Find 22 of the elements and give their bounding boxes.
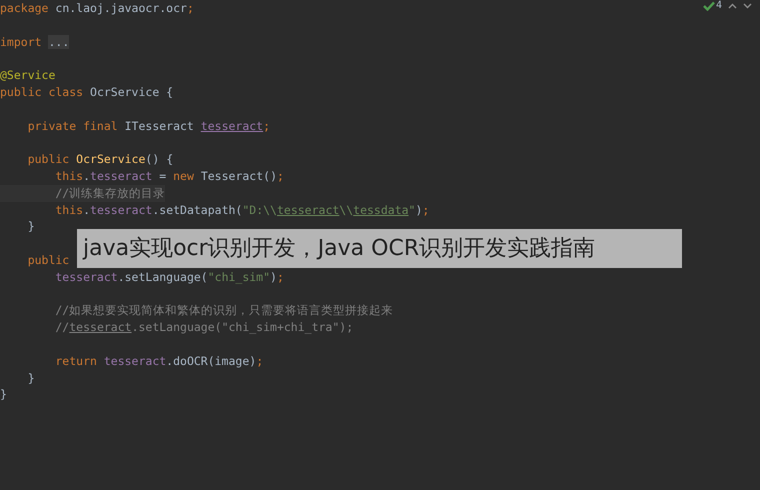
code-line: public xyxy=(26,252,70,269)
code-line: } xyxy=(26,370,35,386)
caption-banner: java实现ocr识别开发，Java OCR识别开发实践指南 xyxy=(77,229,682,268)
code-line: this.tesseract = new Tesseract(); xyxy=(54,168,284,185)
code-line: } xyxy=(0,386,7,404)
code-line: public OcrService() { xyxy=(26,151,174,168)
chevron-up-icon[interactable] xyxy=(728,2,737,8)
chevron-down-icon[interactable] xyxy=(743,2,752,8)
code-line: } xyxy=(26,218,35,236)
code-line: this.tesseract.setDatapath("D:\\tesseract\\tessdata"); xyxy=(54,202,430,218)
code-line: tesseract.setLanguage("chi_sim"); xyxy=(54,268,284,286)
code-line: import ... xyxy=(0,34,70,50)
code-editor[interactable] xyxy=(0,0,760,490)
code-line: return tesseract.doOCR(image); xyxy=(54,352,264,370)
check-icon[interactable] xyxy=(702,0,715,10)
code-line: //tesseract.setLanguage("chi_sim+chi_tra"); xyxy=(54,319,354,336)
inspection-count: 4 xyxy=(716,0,722,11)
code-line: @Service xyxy=(0,67,56,84)
code-line: private final ITesseract tesseract; xyxy=(26,118,270,134)
code-line: public class OcrService { xyxy=(0,84,174,101)
code-line: //如果想要实现简体和繁体的识别，只需要将语言类型拼接起来 xyxy=(54,302,394,320)
code-line: package cn.laoj.javaocr.ocr; xyxy=(0,0,194,17)
